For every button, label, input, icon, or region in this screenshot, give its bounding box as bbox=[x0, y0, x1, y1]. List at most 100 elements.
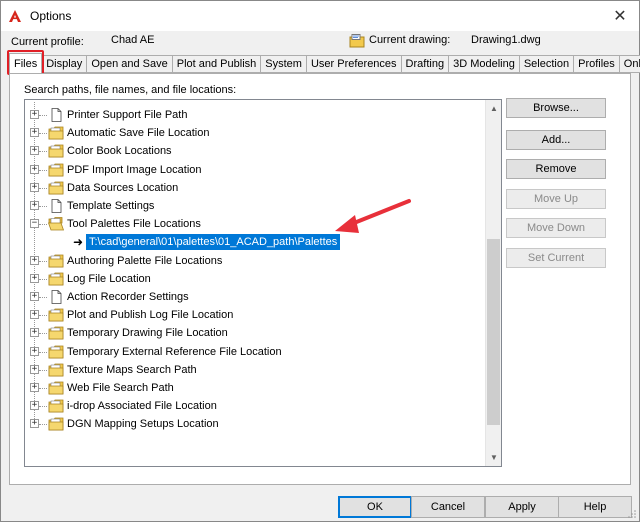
tree-item-label: Data Sources Location bbox=[67, 181, 179, 194]
expand-icon[interactable]: + bbox=[30, 273, 39, 283]
set-current-button[interactable]: Set Current bbox=[506, 248, 606, 268]
tree-item[interactable]: + DGN Mapping Setups Location bbox=[25, 415, 487, 433]
selected-path-label[interactable]: T:\cad\general\01\palettes\01_ACAD_path\… bbox=[86, 234, 341, 251]
tree-item[interactable]: + Action Recorder Settings bbox=[25, 288, 487, 306]
tree-connector bbox=[39, 187, 47, 189]
folder-icon bbox=[48, 417, 64, 431]
tab-files[interactable]: Files bbox=[6, 50, 45, 75]
expand-icon[interactable]: + bbox=[30, 182, 39, 192]
scroll-down-arrow-icon[interactable]: ▼ bbox=[486, 449, 501, 466]
tab-3d-modeling[interactable]: 3D Modeling bbox=[449, 55, 520, 73]
tree-connector bbox=[39, 297, 47, 298]
expand-icon[interactable]: + bbox=[30, 146, 39, 156]
tree-subitem-selected[interactable]: ➜ T:\cad\general\01\palettes\01_ACAD_path… bbox=[25, 233, 487, 251]
tab-plot-and-publish[interactable]: Plot and Publish bbox=[172, 55, 262, 73]
move-down-button[interactable]: Move Down bbox=[506, 218, 606, 238]
tree-item-label: Web File Search Path bbox=[67, 382, 174, 394]
tab-display[interactable]: Display bbox=[42, 55, 88, 73]
document-icon bbox=[48, 199, 64, 213]
expand-icon[interactable]: + bbox=[30, 401, 39, 411]
expand-icon[interactable]: + bbox=[30, 255, 39, 265]
options-dialog: Options ✕ Current profile: Chad AE Curre… bbox=[0, 0, 640, 522]
cancel-button[interactable]: Cancel bbox=[411, 496, 485, 518]
current-profile-label: Current profile: bbox=[11, 36, 84, 48]
search-paths-label: Search paths, file names, and file locat… bbox=[24, 84, 237, 96]
move-up-button[interactable]: Move Up bbox=[506, 189, 606, 209]
tree-item[interactable]: + Temporary Drawing File Location bbox=[25, 324, 487, 342]
tab-selection[interactable]: Selection bbox=[519, 55, 575, 73]
tree-connector bbox=[39, 260, 47, 262]
tab-open-and-save[interactable]: Open and Save bbox=[87, 55, 173, 73]
tree-item[interactable]: + Plot and Publish Log File Location bbox=[25, 306, 487, 324]
tree-item-label: Tool Palettes File Locations bbox=[67, 218, 201, 231]
tree-connector bbox=[39, 169, 47, 171]
expand-icon[interactable]: + bbox=[30, 310, 39, 320]
document-icon bbox=[48, 290, 64, 304]
tab-online[interactable]: Online bbox=[619, 55, 640, 73]
current-drawing-label: Current drawing: bbox=[369, 34, 451, 46]
expand-icon[interactable]: + bbox=[30, 364, 39, 374]
current-drawing-value: Drawing1.dwg bbox=[471, 34, 541, 46]
tree-connector bbox=[39, 133, 47, 135]
tree-item[interactable]: + Data Sources Location bbox=[25, 179, 487, 197]
folder-icon bbox=[48, 399, 64, 413]
tree-item[interactable]: + Authoring Palette File Locations bbox=[25, 252, 487, 270]
tab-profiles[interactable]: Profiles bbox=[574, 55, 620, 73]
help-button[interactable]: Help bbox=[558, 496, 632, 518]
current-profile-value: Chad AE bbox=[111, 34, 155, 46]
window-title: Options bbox=[30, 9, 72, 23]
tree-item[interactable]: + i-drop Associated File Location bbox=[25, 397, 487, 415]
search-paths-tree[interactable]: ▲ ▼ + Printer Support File Path + Automatic… bbox=[24, 99, 502, 467]
autocad-logo-icon bbox=[8, 9, 22, 23]
collapse-icon[interactable]: − bbox=[30, 219, 39, 229]
expand-icon[interactable]: + bbox=[30, 128, 39, 138]
files-panel: Search paths, file names, and file locat… bbox=[9, 73, 631, 485]
resize-grip-icon[interactable] bbox=[627, 509, 637, 519]
tab-system[interactable]: System bbox=[261, 55, 307, 73]
browse-button[interactable]: Browse... bbox=[506, 98, 606, 118]
close-button[interactable]: ✕ bbox=[611, 7, 629, 25]
scroll-thumb[interactable] bbox=[487, 239, 500, 425]
tree-item-label: PDF Import Image Location bbox=[67, 163, 202, 176]
tree-item[interactable]: + Texture Maps Search Path bbox=[25, 361, 487, 379]
add-button[interactable]: Add... bbox=[506, 130, 606, 150]
expand-icon[interactable]: + bbox=[30, 110, 39, 119]
folder-icon bbox=[48, 126, 64, 140]
tree-item[interactable]: + Color Book Locations bbox=[25, 142, 487, 160]
tree-item[interactable]: + Template Settings bbox=[25, 197, 487, 215]
scroll-up-arrow-icon[interactable]: ▲ bbox=[486, 100, 501, 117]
tree-item-label: i-drop Associated File Location bbox=[67, 400, 217, 413]
expand-icon[interactable]: + bbox=[30, 383, 39, 392]
tree-item-label: Color Book Locations bbox=[67, 145, 172, 158]
tree-item-label: Temporary Drawing File Location bbox=[67, 327, 228, 340]
tree-item-label: Authoring Palette File Locations bbox=[67, 254, 223, 267]
tree-item[interactable]: + PDF Import Image Location bbox=[25, 161, 487, 179]
expand-icon[interactable]: + bbox=[30, 419, 39, 429]
tree-connector bbox=[39, 406, 47, 408]
expand-icon[interactable]: + bbox=[30, 201, 39, 210]
ok-button[interactable]: OK bbox=[338, 496, 412, 518]
tree-connector bbox=[39, 151, 47, 153]
path-arrow-icon: ➜ bbox=[73, 235, 84, 250]
tree-connector bbox=[39, 424, 47, 426]
tree-item[interactable]: + Web File Search Path bbox=[25, 379, 487, 397]
expand-icon[interactable]: + bbox=[30, 164, 39, 174]
tree-item[interactable]: + Automatic Save File Location bbox=[25, 124, 487, 142]
tree-item-label: Log File Location bbox=[67, 272, 151, 285]
tree-item[interactable]: + Log File Location bbox=[25, 270, 487, 288]
expand-icon[interactable]: + bbox=[30, 292, 39, 301]
remove-button[interactable]: Remove bbox=[506, 159, 606, 179]
tree-connector bbox=[39, 224, 47, 226]
tree-item[interactable]: + Printer Support File Path bbox=[25, 106, 487, 124]
tab-drafting[interactable]: Drafting bbox=[401, 55, 450, 73]
tree-connector bbox=[39, 369, 47, 371]
tree-item[interactable]: + Temporary External Reference File Locat… bbox=[25, 343, 487, 361]
tree-item-label: Action Recorder Settings bbox=[67, 291, 189, 303]
tree-scrollbar[interactable]: ▲ ▼ bbox=[485, 100, 501, 466]
tab-user-preferences[interactable]: User Preferences bbox=[306, 55, 402, 73]
expand-icon[interactable]: + bbox=[30, 328, 39, 338]
tree-item[interactable]: − Tool Palettes File Locations bbox=[25, 215, 487, 233]
tree-item-label: Temporary External Reference File Locati… bbox=[67, 345, 282, 358]
apply-button[interactable]: Apply bbox=[485, 496, 559, 518]
expand-icon[interactable]: + bbox=[30, 346, 39, 356]
